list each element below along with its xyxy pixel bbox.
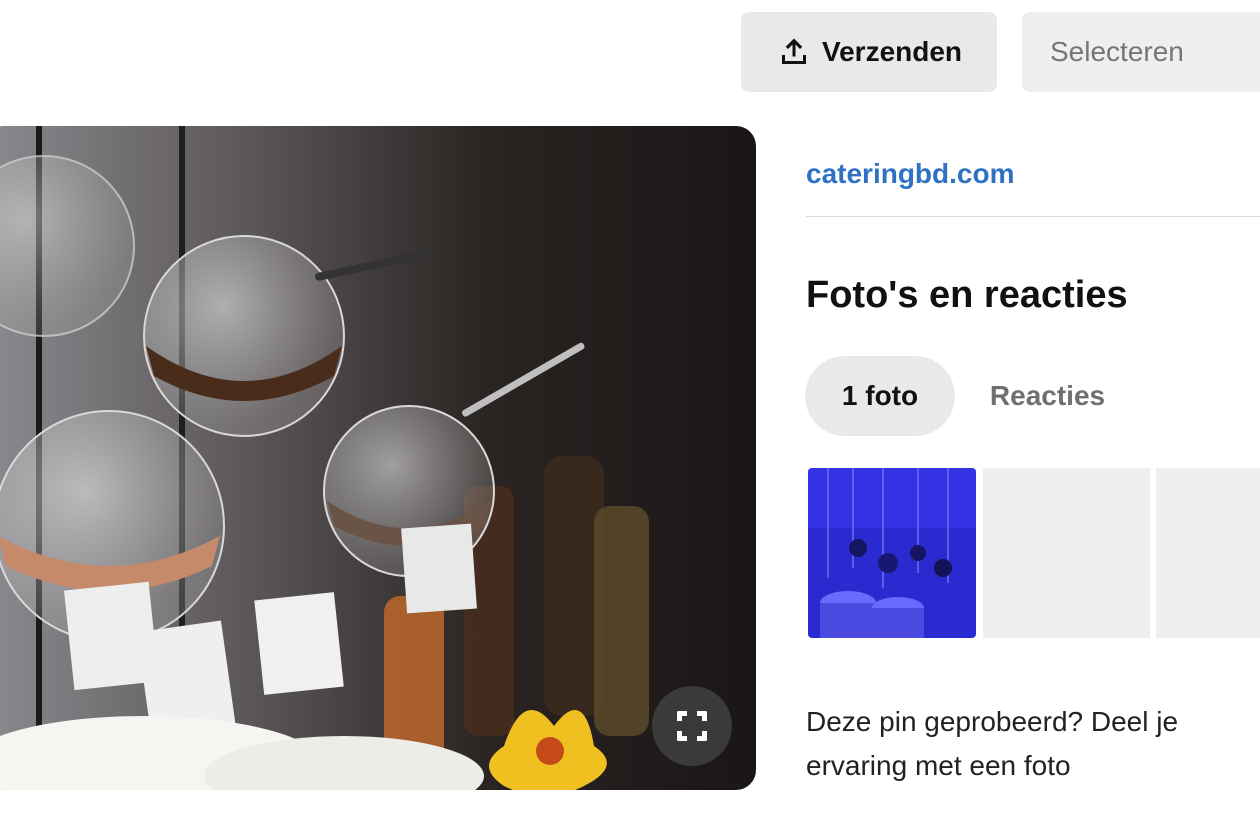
photo-thumbnail[interactable]: [808, 468, 976, 638]
photo-thumbnail-image: [808, 468, 976, 638]
source-link[interactable]: cateringbd.com: [806, 158, 1014, 190]
photo-placeholder: [983, 468, 1150, 638]
board-select[interactable]: Selecteren: [1022, 12, 1260, 92]
share-button-label: Verzenden: [821, 36, 963, 67]
upload-icon: [781, 38, 806, 64]
photo-placeholder: [1156, 468, 1260, 638]
share-button[interactable]: Verzenden: [741, 12, 997, 92]
expand-icon: [677, 711, 707, 741]
pin-photo: [0, 126, 756, 790]
tab-photos[interactable]: 1 foto: [805, 356, 955, 436]
expand-button[interactable]: [652, 686, 732, 766]
try-pin-prompt: Deze pin geprobeerd? Deel je ervaring me…: [806, 706, 1179, 781]
board-select-placeholder: Selecteren: [1050, 36, 1184, 67]
pin-image[interactable]: [0, 126, 756, 790]
tab-comments[interactable]: Reacties: [975, 356, 1120, 436]
section-title: Foto's en reacties: [806, 274, 1128, 316]
divider: [806, 216, 1260, 217]
